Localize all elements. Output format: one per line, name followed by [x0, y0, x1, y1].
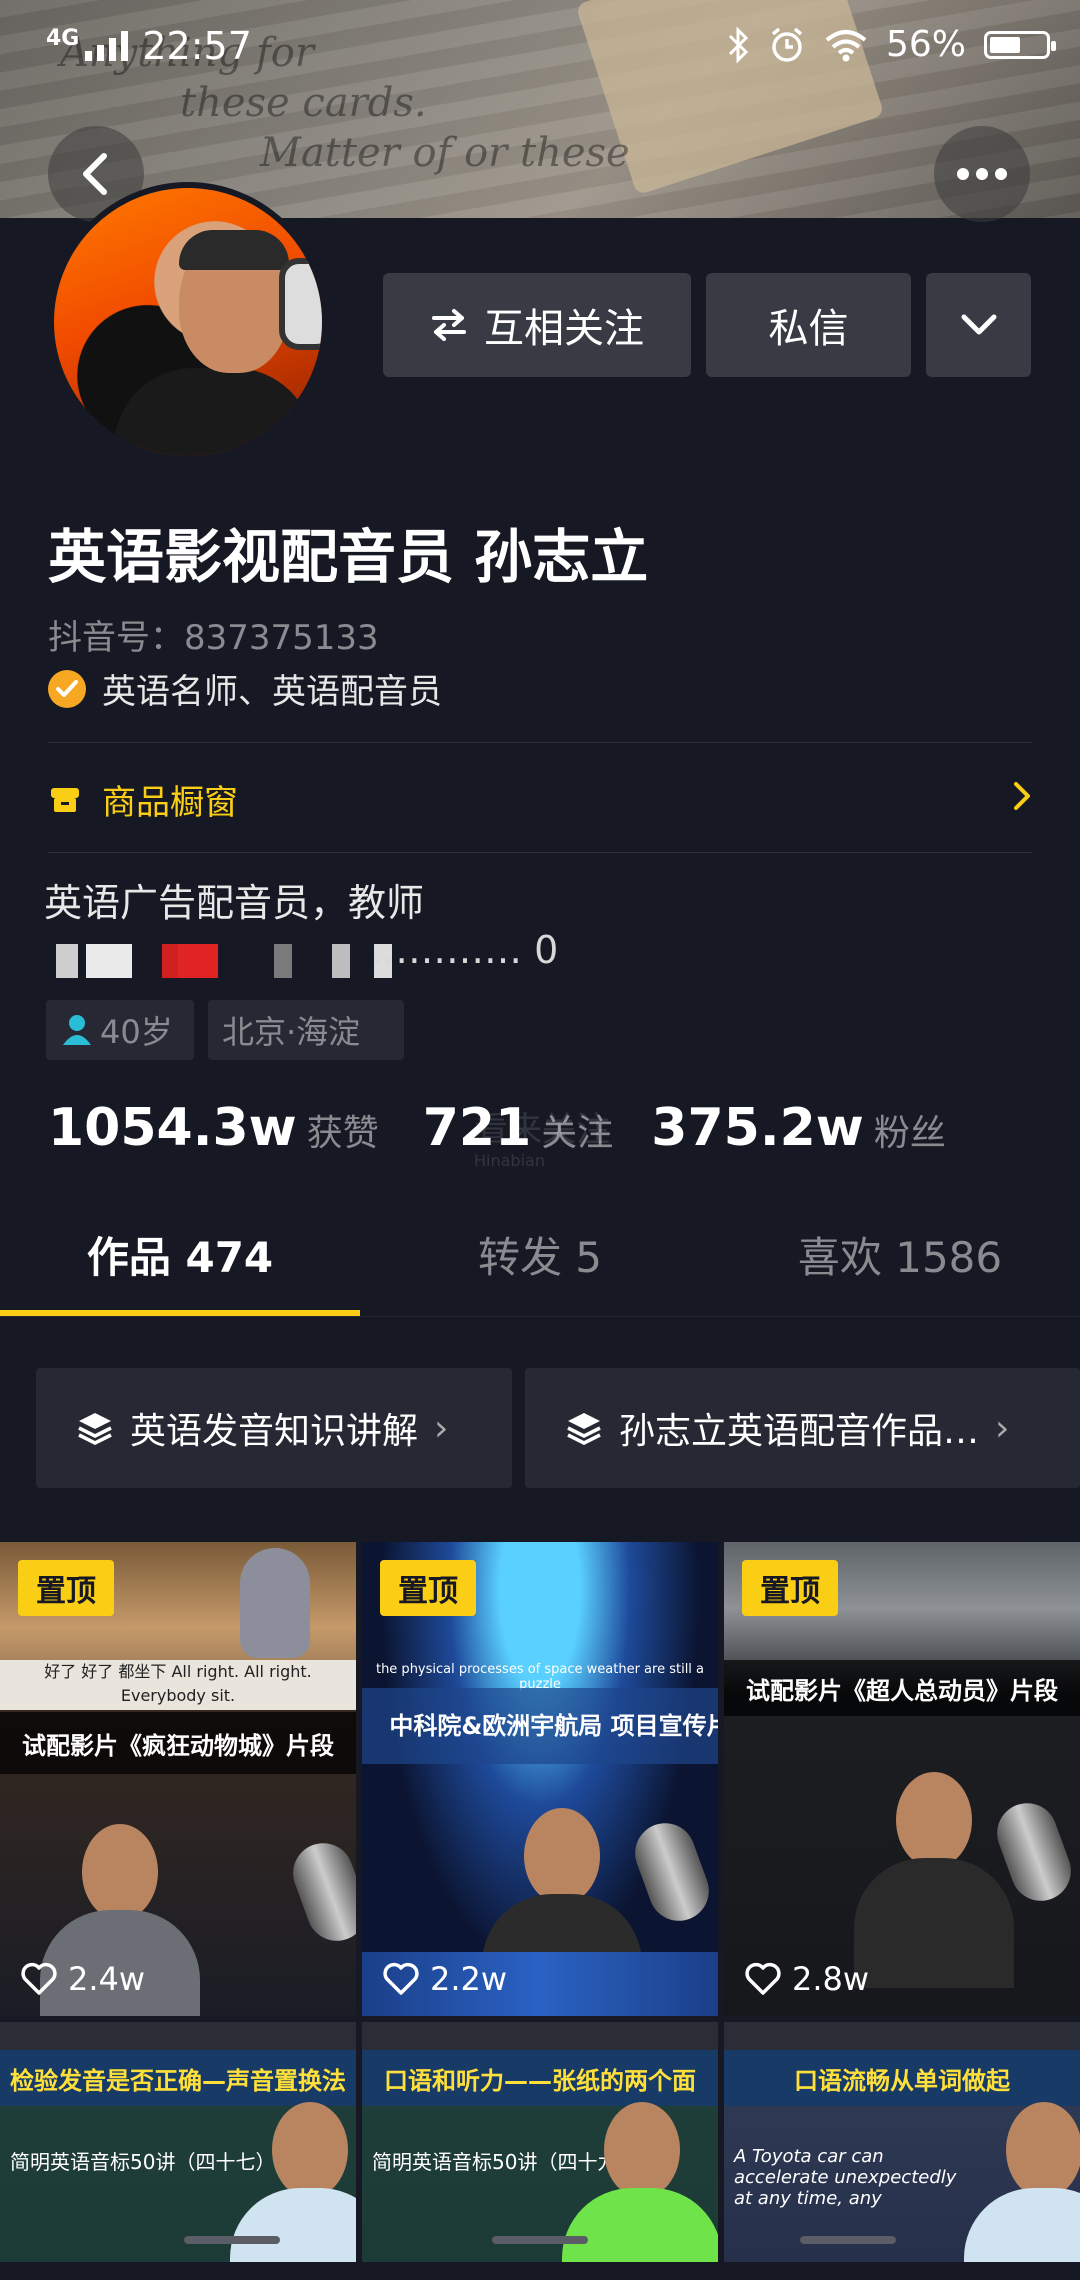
video-thumbnail[interactable]: 试配影片《超人总动员》片段 置顶 2.8w [724, 1542, 1080, 2016]
tab-reposts[interactable]: 转发 5 [360, 1224, 720, 1285]
mutual-follow-icon [432, 309, 466, 341]
pinned-badge: 置顶 [380, 1560, 476, 1616]
shop-window-link[interactable]: 商品橱窗 [48, 776, 1032, 823]
recommend-dropdown-button[interactable] [926, 273, 1031, 377]
shop-icon [51, 788, 79, 812]
message-label: 私信 [768, 306, 849, 352]
location-tag: 北京·海淀 [208, 1000, 404, 1060]
watermark-text: 看来关注 [474, 1110, 610, 1150]
video-thumbnail[interactable]: the physical processes of space weather … [362, 1542, 718, 2016]
likes-label: 获赞 [306, 1113, 379, 1154]
clock: 22:57 [142, 24, 252, 68]
verified-badge-icon [48, 669, 86, 708]
more-dots-icon [957, 168, 1007, 180]
video-caption: 口语和听力——张纸的两个面 [362, 2050, 718, 2106]
video-likes: 2.2w [382, 1960, 507, 1998]
battery-icon [984, 30, 1056, 59]
status-bar: 4G 22:57 56% [0, 0, 1080, 96]
location-text: 北京·海淀 [222, 1013, 361, 1051]
video-likes-count: 2.8w [792, 1960, 870, 1998]
watermark: 看来关注 Hinabian [474, 1102, 610, 1170]
collection-label: 英语发音知识讲解 [130, 1411, 419, 1452]
signal-icon [85, 31, 129, 61]
network-type: 4G [46, 26, 80, 51]
nav-bar-handle [492, 2236, 588, 2244]
wifi-icon [825, 29, 867, 61]
battery-percent: 56% [885, 24, 966, 65]
verification-text: 英语名师、英语配音员 [102, 672, 442, 712]
video-caption: 试配影片《超人总动员》片段 [724, 1660, 1080, 1716]
video-subtitle: 好了 好了 都坐下 All right. All right. Everybod… [0, 1660, 356, 1710]
video-likes-count: 2.2w [430, 1960, 508, 1998]
person-icon [63, 1015, 91, 1045]
age-tag: 40岁 [46, 1000, 194, 1060]
pinned-badge: 置顶 [742, 1560, 838, 1616]
chevron-right-icon: › [434, 1407, 449, 1449]
divider [48, 852, 1032, 853]
age-text: 40岁 [100, 1013, 173, 1051]
layers-icon [567, 1413, 601, 1445]
more-button[interactable] [934, 126, 1030, 222]
back-arrow-icon [83, 153, 107, 195]
heart-icon [21, 1962, 57, 1995]
video-thumbnail[interactable]: 好了 好了 都坐下 All right. All right. Everybod… [0, 1542, 356, 2016]
collection-label: 孙志立英语配音作品… [619, 1411, 980, 1452]
profile-tabs: 作品 474 转发 5 喜欢 1586 [0, 1224, 1080, 1314]
watermark-sub: Hinabian [474, 1151, 545, 1170]
mutual-follow-label: 互相关注 [484, 306, 644, 352]
nav-bar-handle [184, 2236, 280, 2244]
video-thumbnail[interactable]: 检验发音是否正确—声音置换法 简明英语音标50讲（四十七） [0, 2022, 356, 2262]
bluetooth-icon [728, 26, 749, 63]
shop-window-label: 商品橱窗 [102, 782, 238, 823]
collection-pronunciation[interactable]: 英语发音知识讲解 › [36, 1368, 512, 1488]
nav-bar-handle [800, 2236, 896, 2244]
heart-icon [383, 1962, 419, 1995]
pinned-badge: 置顶 [18, 1560, 114, 1616]
video-caption: 中科院&欧洲宇航局 项目宣传片 [362, 1688, 718, 1764]
chevron-right-icon [1014, 782, 1030, 810]
collection-dubbing-works[interactable]: 孙志立英语配音作品… › [525, 1368, 1080, 1488]
followers-count: 375.2w [651, 1098, 864, 1158]
followers-label: 粉丝 [873, 1113, 946, 1154]
followers-stat[interactable]: 375.2w 粉丝 [651, 1098, 946, 1158]
douyin-id: 抖音号：837375133 [48, 618, 379, 658]
divider [0, 1316, 1080, 1317]
chevron-right-icon: › [995, 1407, 1010, 1449]
tab-likes[interactable]: 喜欢 1586 [720, 1224, 1080, 1285]
video-likes: 2.4w [20, 1960, 145, 1998]
likes-count: 1054.3w [48, 1098, 297, 1158]
video-caption: 口语流畅从单词做起 [724, 2050, 1080, 2106]
video-caption: 检验发音是否正确—声音置换法 [0, 2050, 356, 2106]
heart-icon [745, 1962, 781, 1995]
tab-works[interactable]: 作品 474 [0, 1224, 360, 1285]
mutual-follow-button[interactable]: 互相关注 [383, 273, 691, 377]
likes-stat[interactable]: 1054.3w 获赞 [48, 1098, 379, 1158]
video-likes: 2.8w [744, 1960, 869, 1998]
video-subtitle: A Toyota car can accelerate unexpectedly… [734, 2146, 957, 2209]
video-thumbnail[interactable]: 口语流畅从单词做起 A Toyota car can accelerate un… [724, 2022, 1080, 2262]
alarm-icon [771, 27, 803, 62]
avatar[interactable] [48, 182, 328, 462]
message-button[interactable]: 私信 [706, 273, 911, 377]
video-subtitle: the physical processes of space weather … [375, 1662, 705, 1692]
verification-row: 英语名师、英语配音员 [48, 664, 442, 713]
divider [48, 742, 1032, 743]
video-thumbnail[interactable]: 口语和听力——张纸的两个面 简明英语音标50讲（四十九） [362, 2022, 718, 2262]
profile-name: 英语影视配音员 孙志立 [48, 523, 649, 591]
video-caption: 试配影片《疯狂动物城》片段 [0, 1712, 356, 1774]
headphone-icon [279, 258, 322, 350]
bio-contact-suffix: ………… 0 [370, 928, 559, 972]
bio-text: 英语广告配音员，教师 [44, 881, 425, 925]
chevron-down-icon [961, 314, 996, 335]
video-likes-count: 2.4w [68, 1960, 146, 1998]
layers-icon [78, 1413, 112, 1445]
